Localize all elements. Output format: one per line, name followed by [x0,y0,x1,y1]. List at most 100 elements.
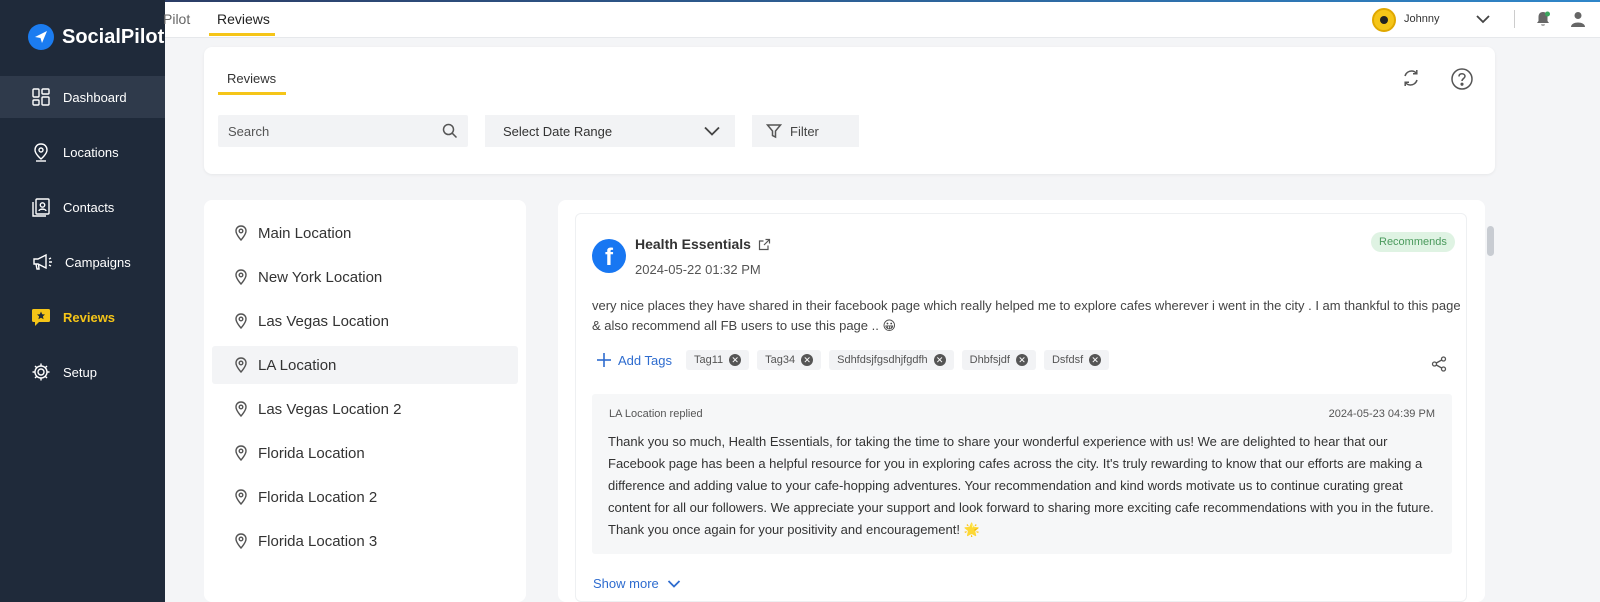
location-pin-icon [235,313,247,329]
filter-button[interactable]: Filter [752,115,859,147]
location-pin-icon [235,269,247,285]
location-item[interactable]: Florida Location 3 [212,522,518,560]
add-tags-label: Add Tags [618,352,672,368]
help-icon[interactable] [1450,67,1474,91]
location-name: Las Vegas Location [258,312,389,330]
sidebar-item-dashboard[interactable]: Dashboard [0,76,165,118]
location-item[interactable]: Las Vegas Location [212,302,518,340]
sidebar: SocialPilot Dashboard Locations Contacts… [0,0,165,602]
search-box [218,115,468,147]
location-pin-icon [34,143,48,162]
tag-label: Dhbfsjdf [969,354,1010,366]
megaphone-icon [33,253,52,270]
location-pin-icon [235,489,247,505]
sidebar-item-label: Reviews [63,309,116,325]
sidebar-item-setup[interactable]: Setup [0,351,165,393]
remove-tag-icon[interactable]: ✕ [801,354,814,366]
location-item[interactable]: Main Location [212,214,518,252]
sidebar-item-label: Dashboard [63,89,127,105]
paper-plane-icon [28,24,54,50]
locations-list: Main Location New York Location Las Vega… [204,200,526,602]
location-pin-icon [235,533,247,549]
app-name: SocialPilot [62,25,165,48]
location-item-selected[interactable]: LA Location [212,346,518,384]
user-profile-icon[interactable] [1569,10,1587,28]
location-item[interactable]: Florida Location [212,434,518,472]
sidebar-item-label: Contacts [63,199,115,215]
location-item[interactable]: New York Location [212,258,518,296]
tag-label: Dsfdsf [1051,354,1084,366]
reply-author: LA Location replied [609,408,703,420]
reply-text: Thank you so much, Health Essentials, fo… [608,434,1434,537]
location-name: LA Location [258,356,337,374]
inner-tab-indicator [218,92,286,95]
location-name: Florida Location [258,444,365,462]
avatar[interactable] [1372,8,1396,32]
topbar-divider [1514,10,1515,28]
tag-label: Sdhfdsjfgsdhjfgdfh [837,354,928,366]
reviewer-name: Health Essentials [635,236,751,252]
tab-reviews-inner[interactable]: Reviews [227,71,276,86]
top-bar: Pilot Reviews Johnny [163,0,1600,38]
tags-row: Add Tags Tag11 ✕ Tag34 ✕ Sdhfdsjfgsdhjfg… [596,350,1110,370]
tag-chip: Tag34 ✕ [757,350,822,370]
filter-icon [766,124,782,139]
sidebar-item-contacts[interactable]: Contacts [0,186,165,228]
filter-label: Filter [790,123,819,139]
location-pin-icon [235,401,247,417]
dashboard-icon [32,88,50,106]
user-name[interactable]: Johnny [1404,13,1439,25]
location-item[interactable]: Las Vegas Location 2 [212,390,518,428]
tag-label: Tag11 [693,354,724,366]
tag-label: Tag34 [765,354,796,366]
sidebar-item-locations[interactable]: Locations [0,131,165,173]
show-more-button[interactable]: Show more [593,576,681,591]
app-logo[interactable]: SocialPilot [28,24,164,50]
tab-pilot[interactable]: Pilot [163,11,190,27]
tab-reviews[interactable]: Reviews [217,11,270,27]
location-name: Florida Location 2 [258,488,378,506]
location-name: Las Vegas Location 2 [258,400,402,418]
search-icon[interactable] [442,123,458,139]
reply-box: LA Location replied 2024-05-23 04:39 PM … [592,394,1452,554]
plus-icon [597,353,611,367]
reply-date: 2024-05-23 04:39 PM [1328,408,1435,420]
remove-tag-icon[interactable]: ✕ [933,354,946,366]
reviews-header-card: Reviews Select Date Range Filter [204,47,1495,174]
scrollbar-thumb[interactable] [1487,226,1494,256]
search-input[interactable] [228,123,442,139]
reviewer-name-row: Health Essentials [635,236,771,252]
location-name: Florida Location 3 [258,532,378,550]
refresh-icon[interactable] [1400,67,1422,89]
chevron-down-icon[interactable] [1475,12,1491,26]
tag-chip: Dsfdsf ✕ [1043,350,1110,370]
tab-active-indicator [209,33,275,36]
top-accent-line [165,0,1600,2]
location-name: New York Location [258,268,383,286]
add-tags-button[interactable]: Add Tags [596,352,672,368]
date-range-select[interactable]: Select Date Range [485,115,735,147]
chevron-down-icon [704,126,720,136]
chevron-down-icon [667,579,680,588]
review-date: 2024-05-22 01:32 PM [635,262,761,277]
location-item[interactable]: Florida Location 2 [212,478,518,516]
share-icon[interactable] [1431,356,1447,372]
review-card: f Health Essentials 2024-05-22 01:32 PM … [575,213,1467,602]
date-range-label: Select Date Range [503,123,613,139]
remove-tag-icon[interactable]: ✕ [1089,354,1102,366]
sidebar-item-campaigns[interactable]: Campaigns [0,241,165,283]
gear-icon [32,363,50,381]
sidebar-item-reviews[interactable]: Reviews [0,296,165,338]
location-pin-icon [235,225,247,241]
show-more-label: Show more [593,576,659,591]
reviews-panel: f Health Essentials 2024-05-22 01:32 PM … [558,200,1485,602]
tag-chip: Tag11 ✕ [685,350,750,370]
notification-bell-icon[interactable] [1534,10,1552,28]
remove-tag-icon[interactable]: ✕ [1015,354,1028,366]
external-link-icon[interactable] [758,238,771,251]
status-badge: Recommends [1371,232,1455,252]
location-pin-icon [235,357,247,373]
remove-tag-icon[interactable]: ✕ [729,354,742,366]
location-pin-icon [235,445,247,461]
star-icon [32,309,50,326]
